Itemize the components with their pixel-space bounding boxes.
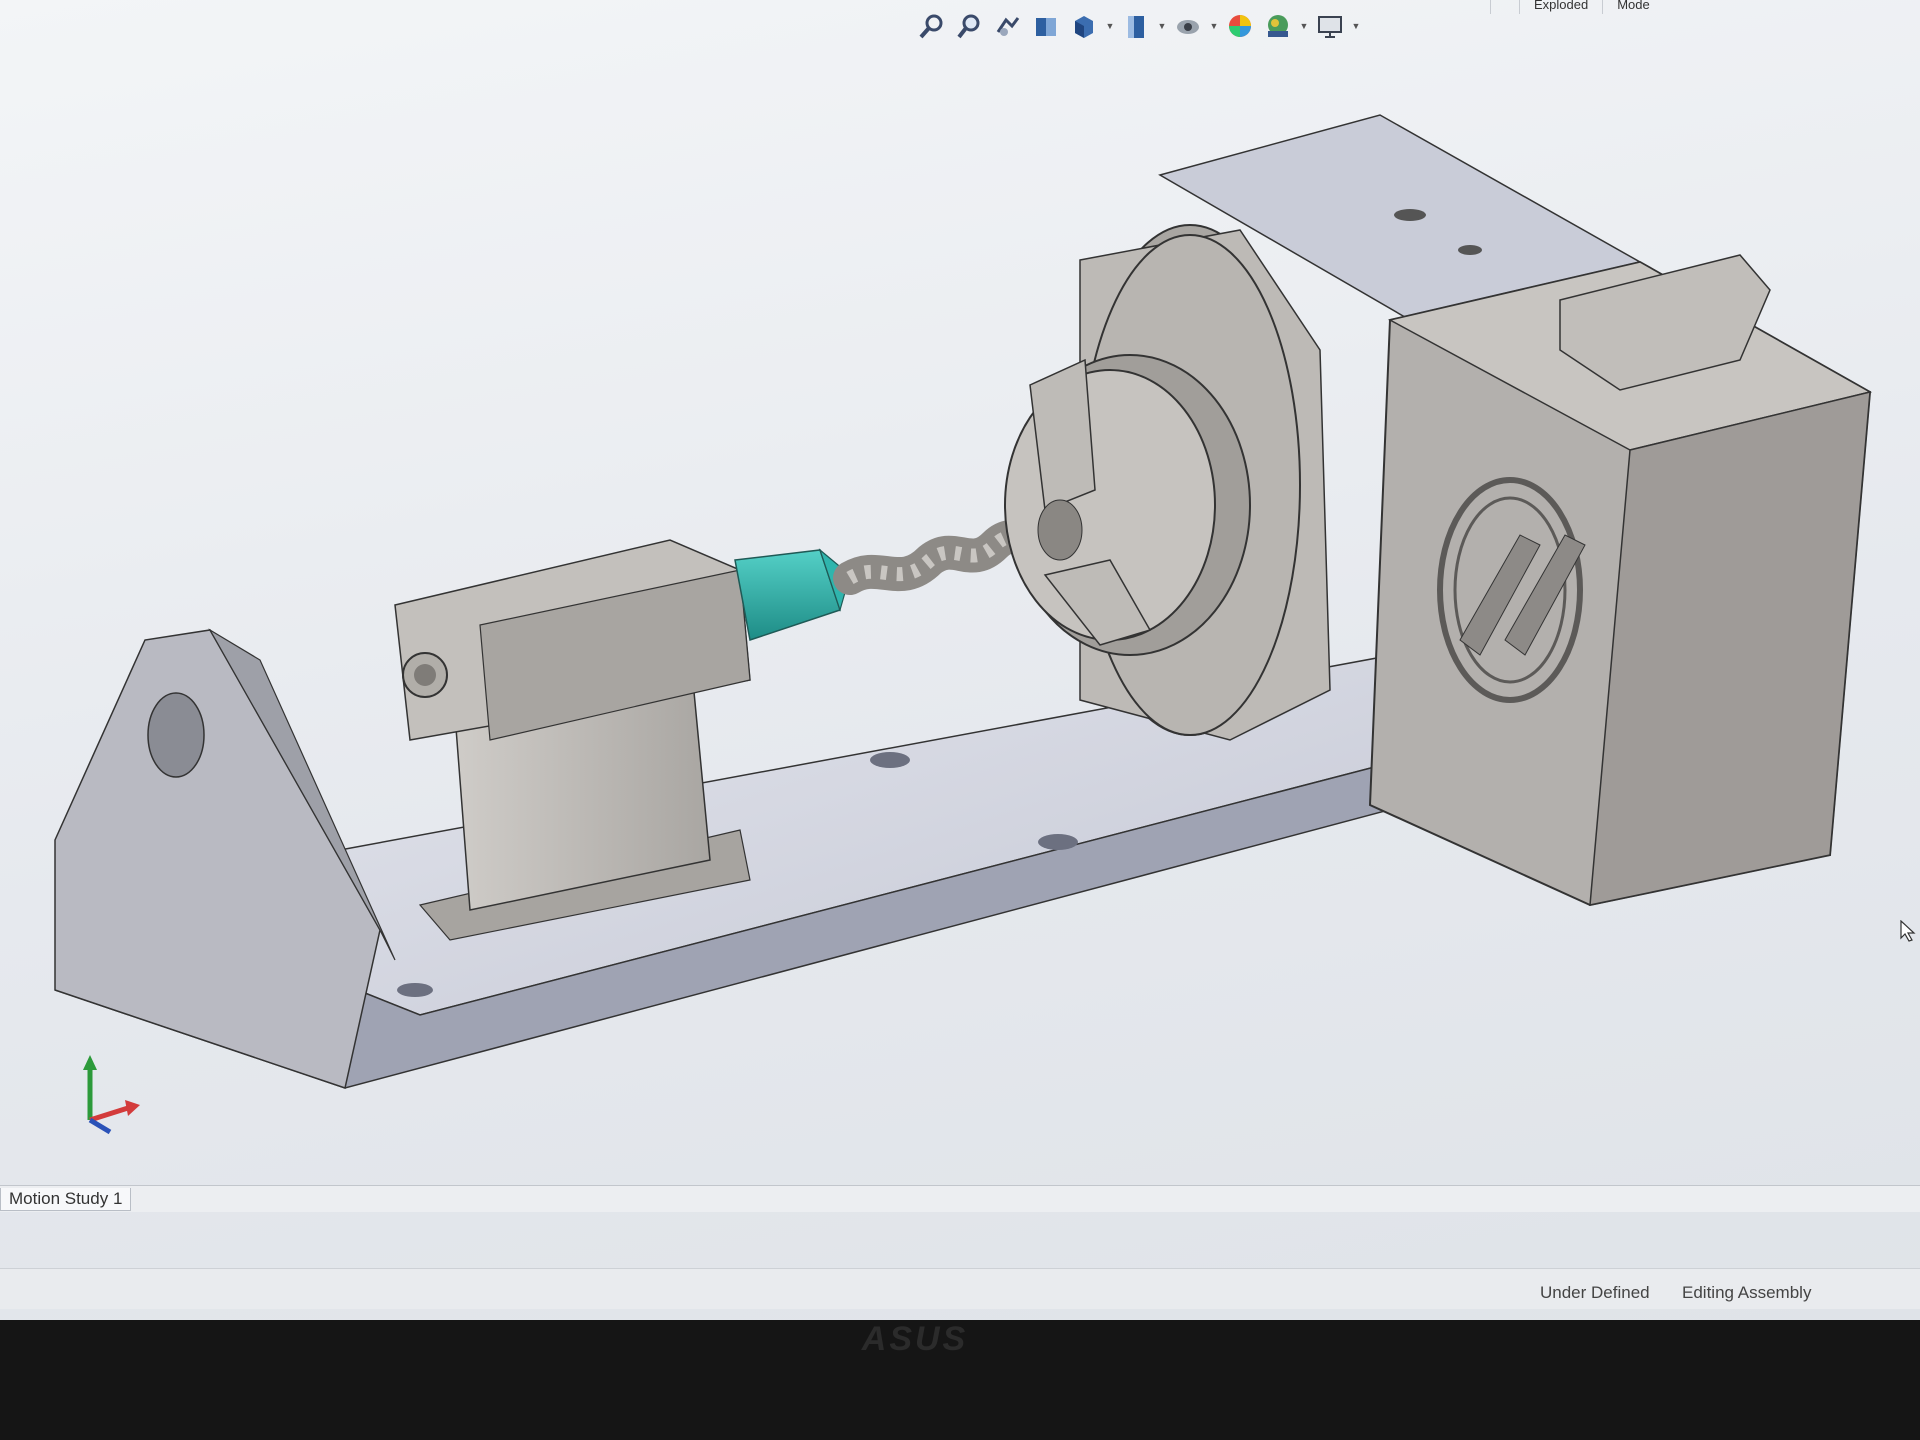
- command-manager-tabs: Exploded Mode: [1490, 0, 1920, 16]
- mouse-pointer-icon: [1900, 920, 1916, 942]
- hide-show-dropdown-icon[interactable]: ▼: [1209, 9, 1219, 43]
- zoom-to-area-icon[interactable]: [953, 9, 987, 43]
- motion-study-tab-bar: Motion Study 1: [0, 1185, 1920, 1212]
- section-view-icon[interactable]: [1029, 9, 1063, 43]
- view-orientation-icon[interactable]: [1067, 9, 1101, 43]
- previous-view-icon[interactable]: [991, 9, 1025, 43]
- cad-window: ▼ ▼ ▼ ▼ ▼ Exploded Mode Motion Study 1 U…: [0, 0, 1920, 1320]
- end-support-bracket[interactable]: [54, 628, 396, 1089]
- tab-mode[interactable]: Mode: [1602, 0, 1664, 14]
- view-orientation-dropdown-icon[interactable]: ▼: [1105, 9, 1115, 43]
- status-bar: Under Defined Editing Assembly: [0, 1268, 1920, 1309]
- tab-blank[interactable]: [1490, 0, 1519, 14]
- view-settings-dropdown-icon[interactable]: ▼: [1351, 9, 1361, 43]
- edit-appearance-icon[interactable]: [1223, 9, 1257, 43]
- reference-triad-icon: [83, 1055, 140, 1135]
- hide-show-items-icon[interactable]: [1171, 9, 1205, 43]
- display-style-dropdown-icon[interactable]: ▼: [1157, 9, 1167, 43]
- tab-motion-study-1[interactable]: Motion Study 1: [0, 1188, 132, 1211]
- view-settings-icon[interactable]: [1313, 9, 1347, 43]
- display-style-icon[interactable]: [1119, 9, 1153, 43]
- apply-scene-dropdown-icon[interactable]: ▼: [1299, 9, 1309, 43]
- definition-status: Under Defined: [1540, 1283, 1650, 1302]
- apply-scene-icon[interactable]: [1261, 9, 1295, 43]
- tab-exploded[interactable]: Exploded: [1519, 0, 1602, 14]
- graphics-area[interactable]: [0, 52, 1920, 1182]
- editing-mode-status: Editing Assembly: [1682, 1283, 1812, 1302]
- monitor-brand-logo: ASUS: [861, 1320, 969, 1358]
- zoom-to-fit-icon[interactable]: [915, 9, 949, 43]
- heads-up-view-toolbar: ▼ ▼ ▼ ▼ ▼: [915, 0, 1435, 52]
